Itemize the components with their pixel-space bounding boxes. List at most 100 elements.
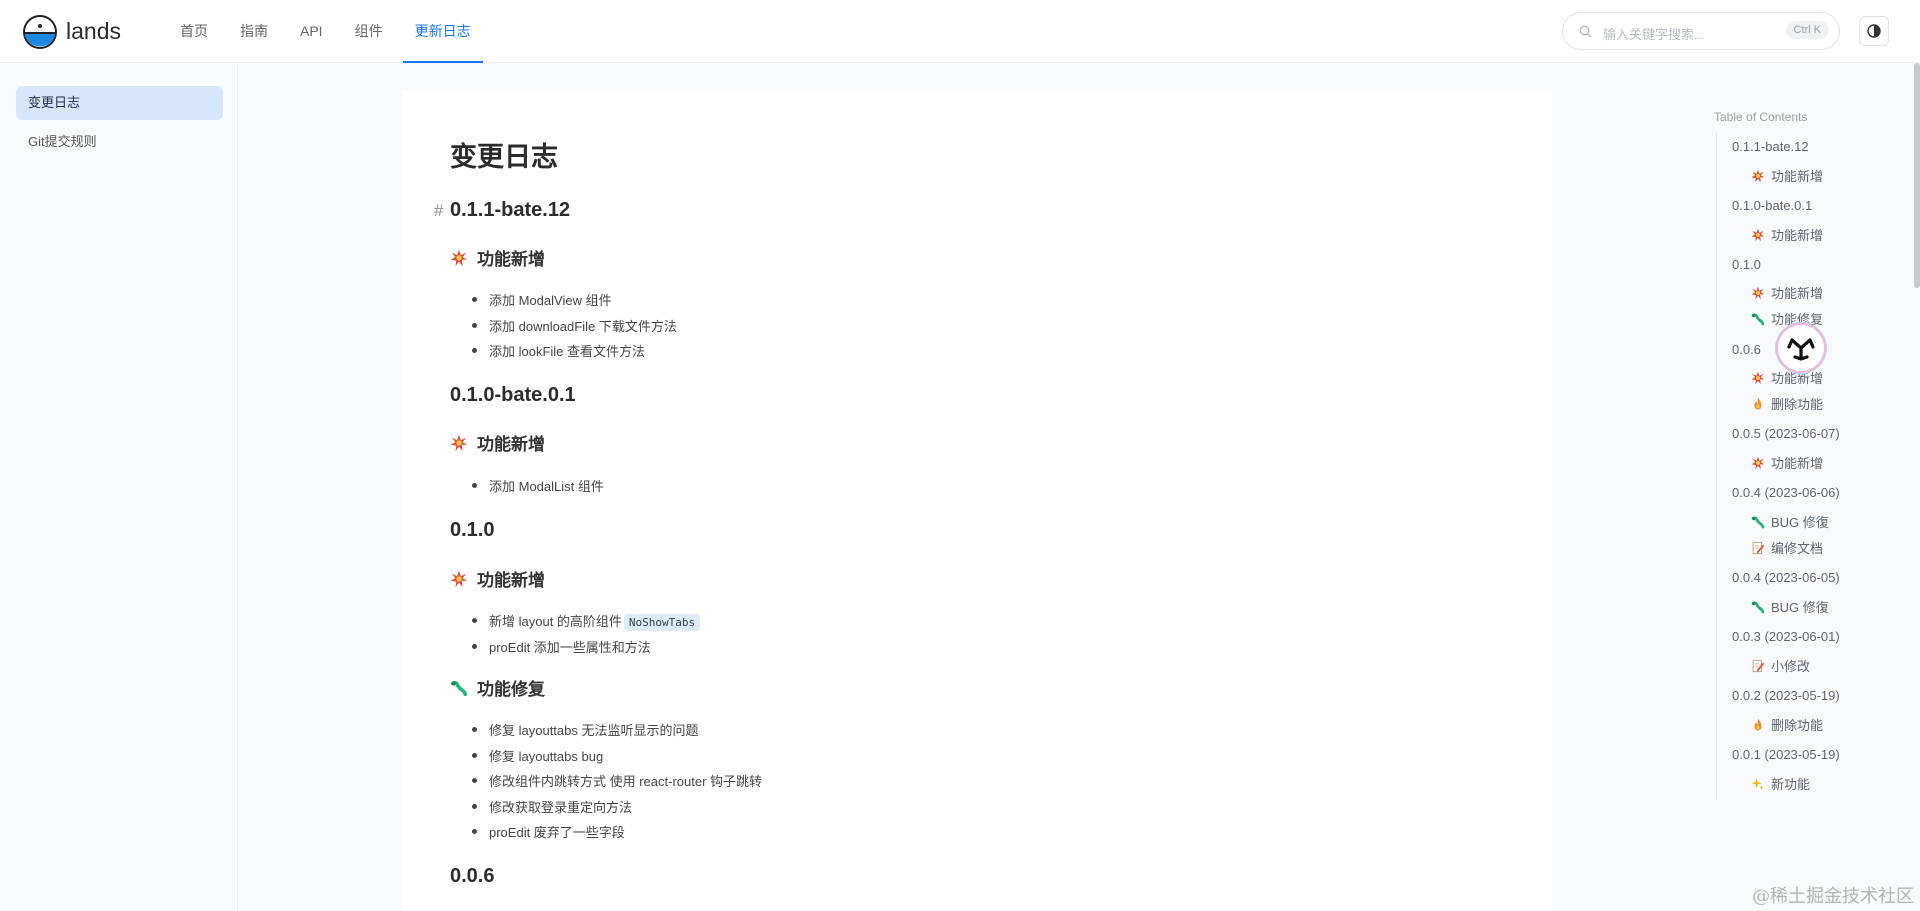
toc-link[interactable]: 0.1.0-bate.0.1 xyxy=(1732,198,1812,213)
assistant-logo-icon xyxy=(1787,338,1815,361)
boom-icon xyxy=(450,249,468,266)
boom-icon xyxy=(1751,371,1765,384)
toc-link[interactable]: 功能新增 xyxy=(1751,283,1823,302)
list-item: 修改获取登录重定向方法 xyxy=(471,797,632,816)
section-heading: 0.0.6 xyxy=(450,865,495,887)
toc-link-label: 删除功能 xyxy=(1771,718,1824,733)
toc-link[interactable]: BUG 修復 xyxy=(1751,512,1829,531)
memo-icon xyxy=(1752,659,1765,672)
group-title: 功能新增 xyxy=(477,435,545,454)
toc-link-label: 功能新增 xyxy=(1771,371,1824,386)
list-item: proEdit 添加一些属性和方法 xyxy=(472,637,651,656)
nav-changelog[interactable]: 更新日志 xyxy=(402,0,483,63)
group-title: 功能新增 xyxy=(477,571,545,590)
toc-link[interactable]: 0.1.0 xyxy=(1732,257,1761,272)
toc-link-label: 小修改 xyxy=(1771,659,1811,674)
brand-name[interactable]: lands xyxy=(66,18,121,45)
doc-content: 变更日志 # 0.1.1-bate.12 功能新增 添加 ModalView 组… xyxy=(402,90,1552,911)
section-heading: 0.1.0 xyxy=(450,519,495,541)
bug-icon xyxy=(1751,516,1765,528)
list-item: 修改组件内跳转方式 使用 react-router 钩子跳转 xyxy=(471,771,762,790)
sidebar: 变更日志 Git提交规则 xyxy=(0,63,238,911)
list-item: 修复 layouttabs bug xyxy=(471,746,603,765)
memo-icon xyxy=(1752,541,1765,554)
toc-link[interactable]: 0.0.2 (2023-05-19) xyxy=(1732,688,1840,703)
boom-icon xyxy=(1751,456,1765,469)
toc-link[interactable]: 0.0.4 (2023-06-05) xyxy=(1732,570,1840,585)
bug-icon xyxy=(1751,313,1765,325)
list-item: proEdit 废弃了一些字段 xyxy=(472,822,625,841)
group-heading: 功能修复 xyxy=(450,675,545,700)
toc-link[interactable]: 功能修复 xyxy=(1751,309,1823,328)
nav-home[interactable]: 首页 xyxy=(168,0,220,63)
search-icon xyxy=(1579,25,1592,38)
boom-icon xyxy=(450,434,468,451)
toc-link[interactable]: 新功能 xyxy=(1751,774,1810,793)
toc-link[interactable]: 0.0.3 (2023-06-01) xyxy=(1732,629,1840,644)
group-heading: 功能新增 xyxy=(450,430,545,455)
watermark: @稀土掘金技术社区 xyxy=(1752,886,1914,907)
fire-icon xyxy=(1754,718,1762,731)
toc-link[interactable]: 0.0.1 (2023-05-19) xyxy=(1732,747,1840,762)
toc-link-label: 功能新增 xyxy=(1771,228,1824,243)
group-heading: 功能新增 xyxy=(450,566,545,591)
toc-link-label: 新功能 xyxy=(1771,777,1811,792)
toc-link[interactable]: 编修文档 xyxy=(1751,538,1823,557)
nav-guide[interactable]: 指南 xyxy=(228,0,280,63)
sparkles-icon xyxy=(1751,777,1764,790)
toc-link[interactable]: BUG 修復 xyxy=(1751,597,1829,616)
heading-anchor-link[interactable]: # xyxy=(434,201,443,221)
section-heading: # 0.1.1-bate.12 xyxy=(434,199,571,222)
list-item: 添加 ModalView 组件 xyxy=(472,290,612,309)
sidebar-item-git-rules[interactable]: Git提交规则 xyxy=(16,125,223,159)
page-scrollbar[interactable] xyxy=(1914,63,1920,288)
toc-link[interactable]: 0.1.1-bate.12 xyxy=(1732,139,1809,154)
list-item: 添加 ModalList 组件 xyxy=(472,476,604,495)
toc-link[interactable]: 0.0.4 (2023-06-06) xyxy=(1732,485,1840,500)
main-nav: 首页 指南 API 组件 更新日志 xyxy=(168,0,491,63)
boom-icon xyxy=(450,570,468,587)
page-title: 变更日志 xyxy=(450,142,558,172)
fire-icon xyxy=(1754,397,1762,410)
toc-link[interactable]: 0.0.6 xyxy=(1732,342,1761,357)
list-item: 修复 layouttabs 无法监听显示的问题 xyxy=(472,720,699,739)
toc-link-label: BUG 修復 xyxy=(1771,600,1829,615)
toc-link-label: 功能新增 xyxy=(1771,286,1824,301)
top-navbar: lands 首页 指南 API 组件 更新日志 输入关键字搜索... Ctrl … xyxy=(0,0,1920,63)
toc-link-label: 功能新增 xyxy=(1771,169,1824,184)
bug-icon xyxy=(450,680,468,696)
search-box[interactable]: 输入关键字搜索... Ctrl K xyxy=(1562,12,1840,50)
toc-link-label: 功能新增 xyxy=(1771,456,1824,471)
group-title: 功能新增 xyxy=(477,250,545,269)
sidebar-item-changelog[interactable]: 变更日志 xyxy=(16,86,223,120)
floating-assistant-button[interactable] xyxy=(1778,325,1824,371)
bug-icon xyxy=(1751,601,1765,613)
toc-link[interactable]: 0.0.5 (2023-06-07) xyxy=(1732,426,1840,441)
theme-toggle-button[interactable] xyxy=(1859,16,1889,46)
nav-components[interactable]: 组件 xyxy=(343,0,395,63)
logo-icon[interactable] xyxy=(22,14,58,50)
group-heading: 功能新增 xyxy=(450,245,545,270)
section-version: 0.1.1-bate.12 xyxy=(450,199,571,221)
boom-icon xyxy=(1751,286,1765,299)
toc-link[interactable]: 功能新增 xyxy=(1751,166,1823,185)
toc-link[interactable]: 删除功能 xyxy=(1751,715,1823,734)
toc-link[interactable]: 功能新增 xyxy=(1751,453,1823,472)
list-item: 新增 layout 的高阶组件 NoShowTabs xyxy=(471,611,701,631)
toc-link-label: 删除功能 xyxy=(1771,397,1824,412)
toc-link[interactable]: 删除功能 xyxy=(1751,394,1823,413)
list-item-text: 新增 layout 的高阶组件 xyxy=(489,614,622,629)
list-item: 添加 lookFile 查看文件方法 xyxy=(471,341,645,360)
toc-link[interactable]: 小修改 xyxy=(1751,656,1810,675)
toc-title: Table of Contents xyxy=(1714,110,1808,124)
contrast-icon xyxy=(1867,24,1881,38)
nav-api[interactable]: API xyxy=(288,0,335,63)
inline-code: NoShowTabs xyxy=(623,614,701,631)
toc-link-label: BUG 修復 xyxy=(1771,515,1829,530)
boom-icon xyxy=(1751,228,1765,241)
toc-link-label: 编修文档 xyxy=(1771,541,1824,556)
toc-link[interactable]: 功能新增 xyxy=(1751,225,1823,244)
toc-link[interactable]: 功能新增 xyxy=(1751,368,1823,387)
list-item: 添加 downloadFile 下载文件方法 xyxy=(472,316,677,335)
search-shortcut-badge: Ctrl K xyxy=(1785,21,1829,39)
